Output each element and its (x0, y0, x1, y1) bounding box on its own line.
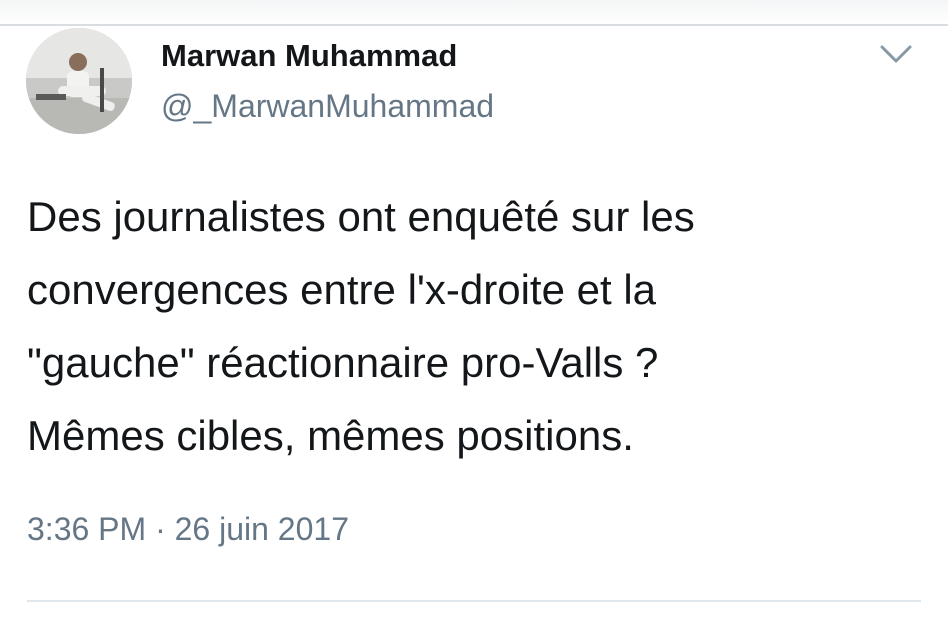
author-name[interactable]: Marwan Muhammad (161, 38, 457, 74)
top-fade (0, 0, 948, 24)
tweet-text-line: "gauche" réactionnaire pro-Valls ? (27, 339, 659, 386)
tweet-text-line: convergences entre l'x-droite et la (27, 266, 657, 313)
tweet-text: Des journalistes ont enquêté sur les con… (27, 180, 927, 472)
tweet-text-line: Des journalistes ont enquêté sur les (27, 193, 695, 240)
top-divider (0, 24, 948, 26)
bottom-divider (27, 600, 921, 602)
avatar[interactable] (26, 28, 132, 134)
author-handle[interactable]: @_MarwanMuhammad (161, 88, 494, 125)
tweet-timestamp[interactable]: 3:36 PM · 26 juin 2017 (27, 511, 349, 548)
avatar-photo (26, 28, 132, 134)
tweet-text-line: Mêmes cibles, mêmes positions. (27, 412, 634, 459)
chevron-down-icon[interactable] (876, 40, 916, 68)
